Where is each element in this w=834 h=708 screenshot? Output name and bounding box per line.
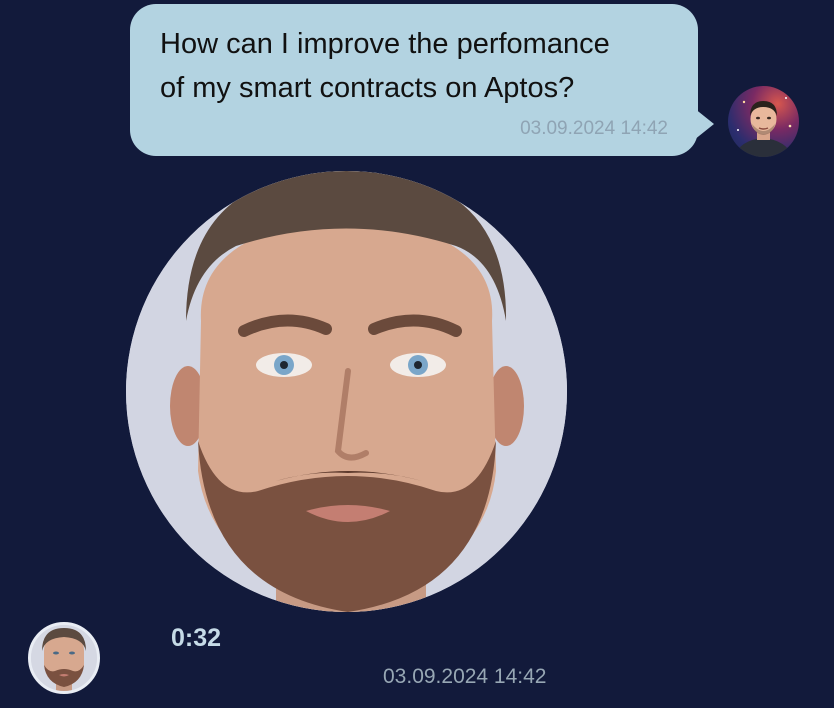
user-avatar-icon[interactable] bbox=[728, 86, 799, 157]
video-note-player[interactable] bbox=[126, 171, 567, 612]
outgoing-message-bubble[interactable]: How can I improve the perfomance of my s… bbox=[130, 4, 698, 156]
bubble-tail bbox=[694, 108, 714, 140]
outgoing-message-timestamp: 03.09.2024 14:42 bbox=[520, 118, 668, 139]
video-note-frame bbox=[126, 171, 567, 612]
outgoing-message-line-2: of my smart contracts on Aptos? bbox=[160, 72, 575, 104]
outgoing-message-line-1: How can I improve the perfomance bbox=[160, 28, 610, 60]
outgoing-message-text: How can I improve the perfomance of my s… bbox=[160, 22, 668, 110]
video-note-duration: 0:32 bbox=[171, 624, 222, 652]
bot-avatar-icon[interactable] bbox=[28, 622, 100, 694]
incoming-message-timestamp: 03.09.2024 14:42 bbox=[383, 665, 547, 688]
chat-view: How can I improve the perfomance of my s… bbox=[0, 0, 834, 708]
